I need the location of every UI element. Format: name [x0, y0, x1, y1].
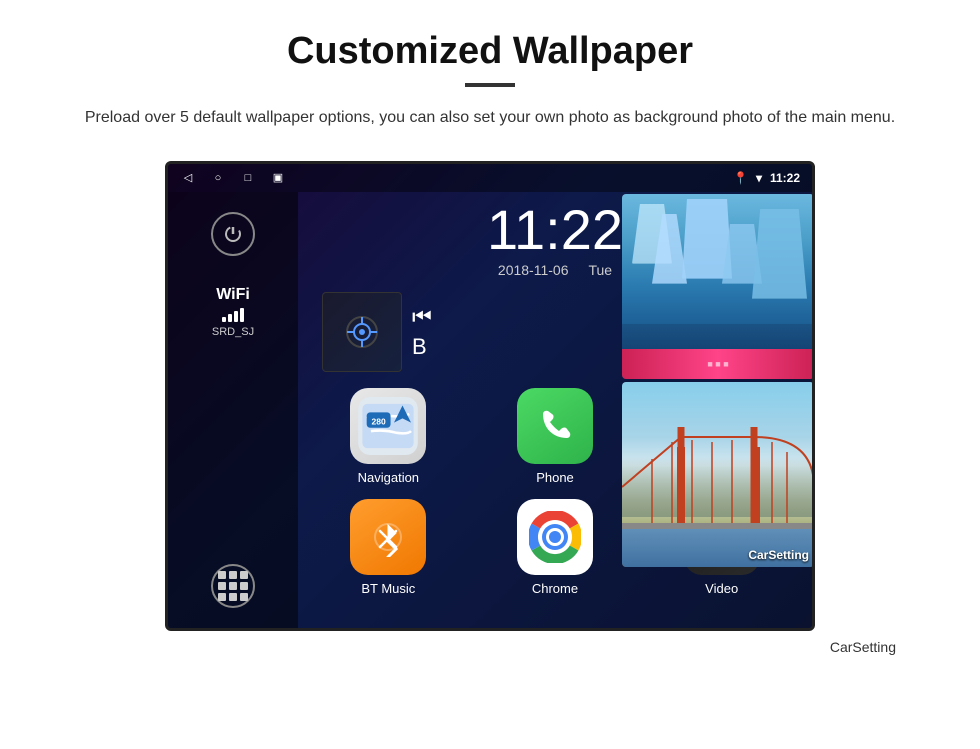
navigation-label: Navigation	[358, 470, 419, 485]
wifi-widget: WiFi SRD_SJ	[212, 286, 254, 338]
track-b-button[interactable]: B	[412, 334, 432, 360]
navigation-icon: 280	[350, 388, 426, 464]
title-divider	[465, 83, 515, 87]
bridge-wallpaper-preview[interactable]: CarSetting	[622, 382, 814, 567]
btmusic-label: BT Music	[361, 581, 415, 596]
power-button[interactable]	[211, 212, 255, 256]
video-label: Video	[705, 581, 738, 596]
media-player-icon	[342, 312, 382, 352]
grid-dot	[229, 582, 237, 590]
chrome-label: Chrome	[532, 581, 578, 596]
grid-dot	[240, 582, 248, 590]
grid-dot	[218, 582, 226, 590]
wifi-bars	[212, 308, 254, 322]
btmusic-icon	[350, 499, 426, 575]
wifi-bar-3	[234, 311, 238, 322]
wifi-ssid: SRD_SJ	[212, 326, 254, 338]
status-right: 📍 ▾ 11:22	[733, 171, 800, 185]
prev-track-button[interactable]: ⏮	[412, 304, 432, 330]
status-bar: ◁ ○ □ ▣ 📍 ▾ 11:22	[168, 164, 812, 192]
clock-date-value: 2018-11-06	[498, 262, 569, 278]
wallpaper-previews: ■ ■ ■	[622, 194, 814, 567]
power-icon	[223, 224, 243, 244]
location-icon: 📍	[733, 171, 748, 185]
back-icon[interactable]: ◁	[180, 170, 196, 186]
grid-dot	[240, 571, 248, 579]
grid-dot	[218, 593, 226, 601]
phone-label: Phone	[536, 470, 574, 485]
grid-dot	[218, 571, 226, 579]
app-chrome[interactable]: Chrome	[479, 499, 632, 596]
chrome-icon	[517, 499, 593, 575]
ice-wallpaper-preview[interactable]: ■ ■ ■	[622, 194, 814, 379]
grid-dot	[229, 593, 237, 601]
page-subtitle: Preload over 5 default wallpaper options…	[85, 105, 895, 131]
media-icon	[322, 292, 402, 372]
phone-icon	[517, 388, 593, 464]
app-phone[interactable]: Phone	[479, 388, 632, 485]
sidebar: WiFi SRD_SJ	[168, 192, 298, 628]
phone-svg	[535, 406, 575, 446]
carsetting-text: CarSetting	[830, 639, 896, 655]
app-navigation[interactable]: 280 Navigation	[312, 388, 465, 485]
svg-text:280: 280	[372, 416, 386, 426]
all-apps-button[interactable]	[211, 564, 255, 608]
wifi-bar-1	[222, 317, 226, 322]
carsetting-label: CarSetting	[748, 548, 809, 562]
bridge-cables-svg	[622, 427, 814, 527]
status-left: ◁ ○ □ ▣	[180, 170, 286, 186]
nav-map-svg: 280	[358, 397, 418, 455]
chrome-svg	[529, 511, 581, 563]
grid-dot	[229, 571, 237, 579]
wifi-bar-2	[228, 314, 232, 322]
device-wrapper: ◁ ○ □ ▣ 📍 ▾ 11:22	[40, 161, 940, 631]
wifi-status-icon: ▾	[756, 171, 762, 185]
wifi-label: WiFi	[212, 286, 254, 304]
home-icon[interactable]: ○	[210, 170, 226, 186]
page-title: Customized Wallpaper	[287, 30, 693, 73]
btmusic-svg	[368, 517, 408, 557]
grid-dot	[240, 593, 248, 601]
apps-grid-icon	[218, 571, 248, 601]
app-btmusic[interactable]: BT Music	[312, 499, 465, 596]
wifi-bar-4	[240, 308, 244, 322]
android-screen: ◁ ○ □ ▣ 📍 ▾ 11:22	[165, 161, 815, 631]
screenshot-icon[interactable]: ▣	[270, 170, 286, 186]
recent-icon[interactable]: □	[240, 170, 256, 186]
clock-day: Tue	[588, 262, 612, 278]
status-time: 11:22	[770, 171, 800, 185]
